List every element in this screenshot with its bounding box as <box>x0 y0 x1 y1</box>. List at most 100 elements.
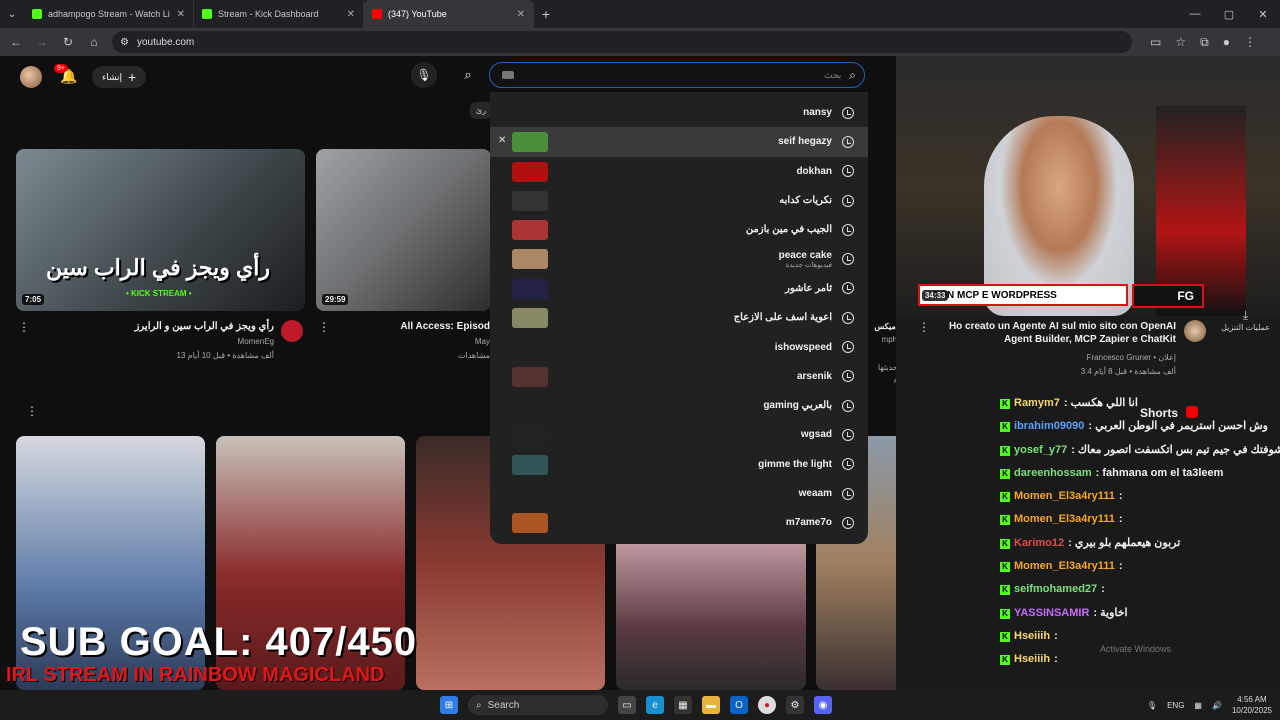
suggestion-item[interactable]: arsenik <box>490 362 868 391</box>
tab-kick-watch[interactable]: adhampogo Stream - Watch Li ✕ <box>24 0 194 28</box>
video-title[interactable]: رأي ويجز في الراب سين و الرايرز <box>60 320 274 333</box>
shelf-options-icon[interactable]: ⋮ <box>26 404 38 418</box>
suggestion-item[interactable]: gimme the light <box>490 450 868 479</box>
settings-icon[interactable]: ⚙ <box>786 696 804 714</box>
search-submit-button[interactable]: ⌕ <box>455 62 481 88</box>
tab-search-button[interactable]: ⌄ <box>0 9 24 20</box>
suggestion-item[interactable]: dokhan <box>490 157 868 186</box>
channel-avatar[interactable] <box>1184 320 1206 342</box>
close-icon[interactable]: ✕ <box>517 9 525 20</box>
filter-chip[interactable]: رئ <box>470 102 493 119</box>
close-icon[interactable]: ✕ <box>347 9 355 20</box>
search-input[interactable]: بحث ⌕ <box>489 62 865 88</box>
suggestion-text: weaam <box>798 488 832 499</box>
bell-icon[interactable]: 🔔 <box>60 68 77 85</box>
outlook-icon[interactable]: O <box>730 696 748 714</box>
suggestion-item[interactable]: nansy <box>490 98 868 127</box>
back-arrow-icon[interactable]: ← <box>8 35 24 49</box>
suggestion-item[interactable]: نكريات كدابه <box>490 186 868 215</box>
chat-text: : <box>1101 583 1105 596</box>
remove-suggestion-icon[interactable]: ✕ <box>498 135 506 146</box>
video-title[interactable]: All Access: Episod <box>340 320 490 333</box>
history-icon <box>842 516 854 529</box>
close-window-button[interactable]: ✕ <box>1246 8 1280 21</box>
suggestion-label: gaming بالعربي <box>763 400 832 411</box>
kick-badge-icon: K <box>1000 585 1010 596</box>
suggestion-item[interactable]: m7ame7o <box>490 508 868 537</box>
mic-icon[interactable]: 🎙 <box>1147 701 1157 710</box>
voice-search-button[interactable]: 🎙 <box>411 62 437 88</box>
suggestion-item[interactable]: gaming بالعربي <box>490 391 868 420</box>
chat-username: Ramym7 <box>1014 397 1060 409</box>
home-icon[interactable]: ⌂ <box>86 35 102 49</box>
search-icon: ⌕ <box>464 67 472 82</box>
suggestion-text: ثامر عاشور <box>785 282 832 294</box>
language-indicator[interactable]: ENG <box>1167 701 1184 710</box>
suggestion-item[interactable]: اعوية اسف على الازعاج <box>490 303 868 332</box>
create-button[interactable]: إنشاء + <box>92 66 147 88</box>
account-avatar[interactable] <box>20 66 42 88</box>
suggestion-item[interactable]: weaam <box>490 479 868 508</box>
suggestion-label: ثامر عاشور <box>785 283 832 294</box>
downloads-button[interactable]: ⤓ عمليات التنزيل <box>1221 308 1270 332</box>
profile-avatar[interactable]: ● <box>1223 35 1230 50</box>
clock[interactable]: 4:56 AM 10/20/2025 <box>1232 694 1272 716</box>
new-tab-button[interactable]: + <box>534 6 558 22</box>
more-options-icon[interactable]: ⋮ <box>18 320 30 334</box>
suggestion-item[interactable]: ishowspeed <box>490 332 868 361</box>
forward-arrow-icon[interactable]: → <box>34 35 50 49</box>
history-icon <box>842 253 854 266</box>
store-icon[interactable]: ▦ <box>674 696 692 714</box>
more-options-icon[interactable]: ⋮ <box>318 320 330 334</box>
suggestion-label: peace cake فيديوهات جديدة <box>779 250 832 269</box>
channel-avatar[interactable] <box>281 320 303 342</box>
video-channel[interactable]: Francesco Gruner • إعلان <box>936 352 1176 363</box>
suggestion-item[interactable]: wgsad <box>490 420 868 449</box>
discord-icon[interactable]: ◉ <box>814 696 832 714</box>
extensions-icon[interactable]: ⧉ <box>1200 35 1209 50</box>
suggestion-item[interactable]: ثامر عاشور <box>490 274 868 303</box>
site-info-icon[interactable]: ⚙ <box>120 37 129 48</box>
taskbar-search[interactable]: ⌕ Search <box>468 695 608 715</box>
chat-text: : انا اللي هكسب <box>1063 397 1138 409</box>
minimize-button[interactable]: — <box>1178 8 1212 20</box>
suggestion-item[interactable]: ✕ seif hegazy <box>490 127 868 157</box>
tab-youtube[interactable]: (347) YouTube ✕ <box>364 0 534 28</box>
menu-icon[interactable]: ⋮ <box>1244 35 1256 50</box>
bookmark-star-icon[interactable]: ☆ <box>1175 35 1186 50</box>
video-thumbnail[interactable]: رأي ويجز في الراب سين • KICK STREAM • 7:… <box>16 149 305 311</box>
task-view-icon[interactable]: ▭ <box>618 696 636 714</box>
reload-icon[interactable]: ↻ <box>60 35 76 49</box>
edge-icon[interactable]: e <box>646 696 664 714</box>
short-thumbnail[interactable] <box>616 536 806 690</box>
volume-icon[interactable]: 🔊 <box>1212 701 1222 710</box>
chrome-icon[interactable]: ● <box>758 696 776 714</box>
video-channel[interactable]: May <box>340 336 490 347</box>
keyboard-icon[interactable] <box>502 71 514 79</box>
video-overlay-banner: CON MCP E WORDPRESS <box>918 284 1128 306</box>
video-thumbnail[interactable]: 29:59 <box>316 149 491 311</box>
maximize-button[interactable]: ▢ <box>1212 8 1246 21</box>
chat-message: K Momen_El3a4ry111: <box>1000 508 1280 531</box>
kick-badge-icon: K <box>1000 468 1010 479</box>
close-icon[interactable]: ✕ <box>177 9 185 20</box>
suggestion-thumbnail <box>512 278 548 299</box>
url-bar[interactable]: ⚙ youtube.com <box>112 31 1132 53</box>
more-options-icon[interactable]: ⋮ <box>918 320 930 334</box>
network-icon[interactable]: ▦ <box>1194 701 1202 710</box>
tab-title: (347) YouTube <box>388 9 447 19</box>
kick-badge-icon: K <box>1000 445 1010 456</box>
chat-text: : انا شوفتك في جيم تيم بس اتكسفت اتصور م… <box>1071 443 1280 456</box>
video-title[interactable]: Ho creato un Agente AI sul mio sito con … <box>936 320 1176 346</box>
kick-badge-icon: K <box>1000 608 1010 619</box>
tab-kick-dashboard[interactable]: Stream - Kick Dashboard ✕ <box>194 0 364 28</box>
file-explorer-icon[interactable]: ▬ <box>702 696 720 714</box>
start-icon[interactable]: ⊞ <box>440 696 458 714</box>
cast-icon[interactable]: ▭ <box>1150 35 1161 50</box>
video-channel[interactable]: MomenEg <box>60 336 274 347</box>
window-controls: — ▢ ✕ <box>1178 0 1280 28</box>
webcam-feed <box>896 56 1280 316</box>
kick-favicon-icon <box>202 9 212 19</box>
suggestion-item[interactable]: peace cake فيديوهات جديدة <box>490 244 868 273</box>
suggestion-item[interactable]: الجيب في مين بازمن <box>490 215 868 244</box>
